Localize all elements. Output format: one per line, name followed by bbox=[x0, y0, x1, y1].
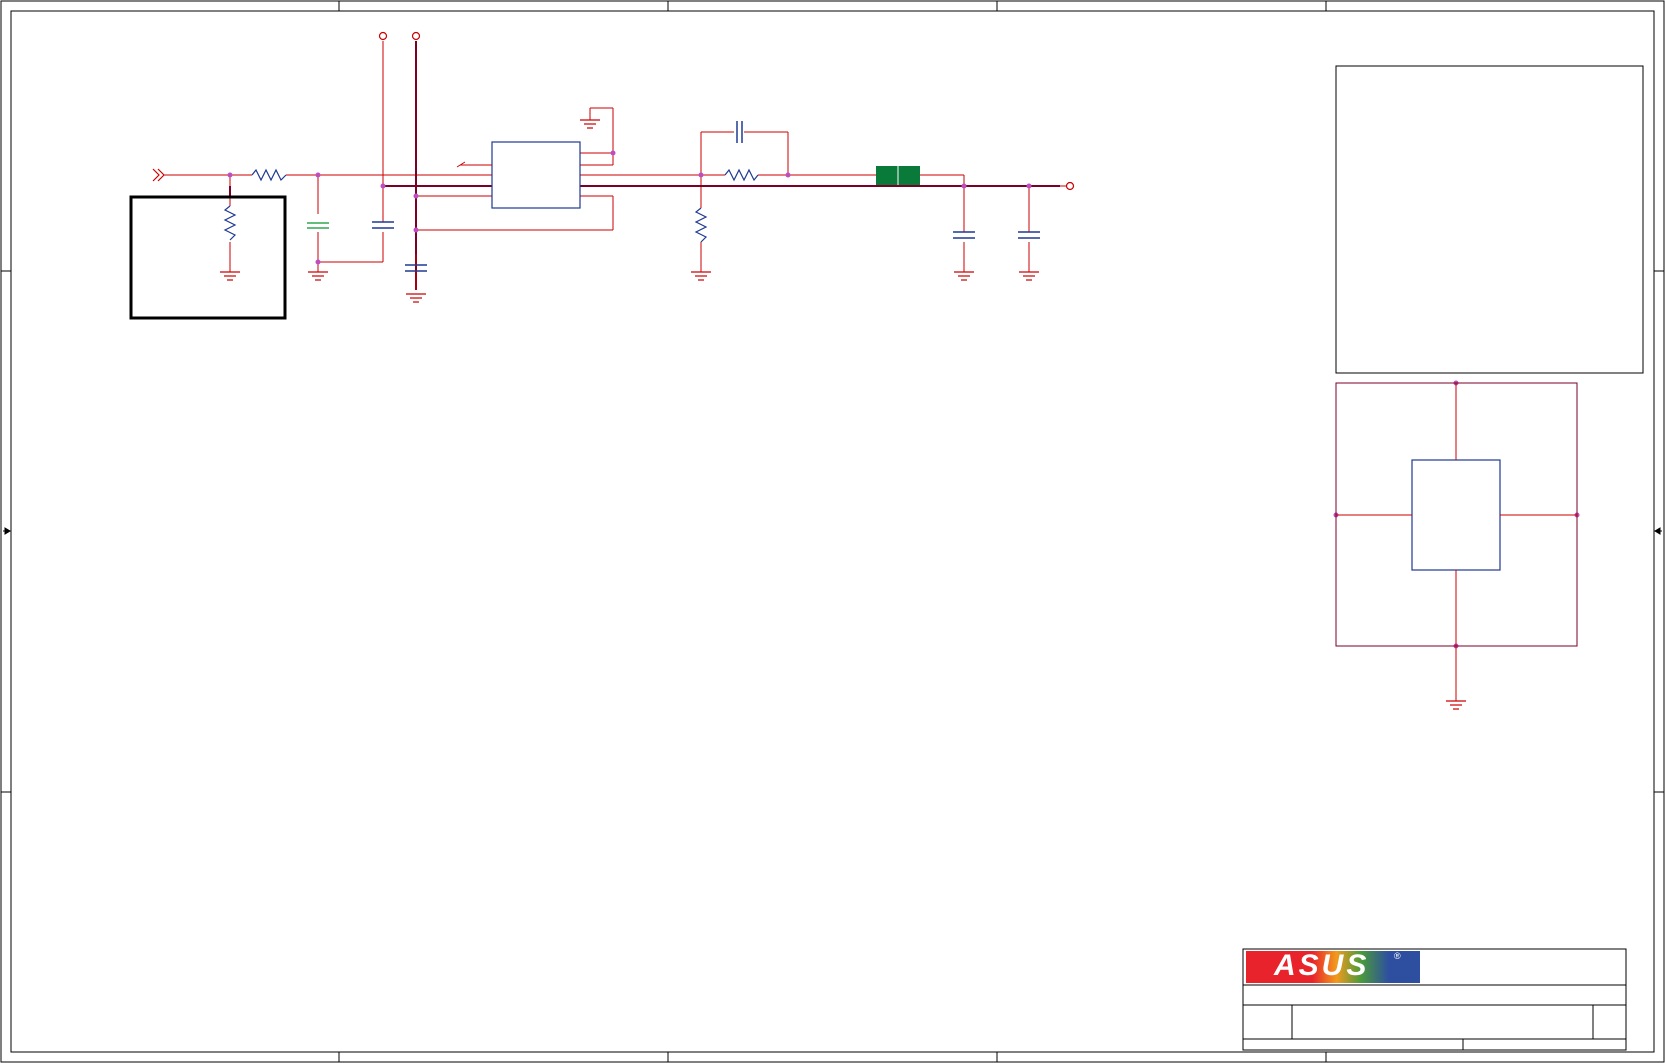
drawing-frame bbox=[0, 0, 1665, 1063]
asus-logo-text: ASUS bbox=[1274, 949, 1370, 982]
schematic-sheet bbox=[0, 0, 1665, 1063]
ground-icon bbox=[220, 119, 1466, 710]
asus-logo: ASUS ® bbox=[1246, 949, 1420, 983]
mounting-component-block bbox=[1335, 382, 1578, 701]
note-box bbox=[129, 195, 287, 320]
notes-panel bbox=[1335, 65, 1644, 374]
power-port-icon bbox=[378, 31, 1075, 191]
junction-dots bbox=[227, 150, 1580, 649]
ferrite-bead-icon bbox=[876, 166, 920, 185]
off-page-connector-icon bbox=[152, 168, 165, 182]
power-bus-wires bbox=[229, 41, 1060, 290]
registered-mark: ® bbox=[1394, 951, 1401, 961]
net-wires bbox=[164, 41, 1070, 272]
